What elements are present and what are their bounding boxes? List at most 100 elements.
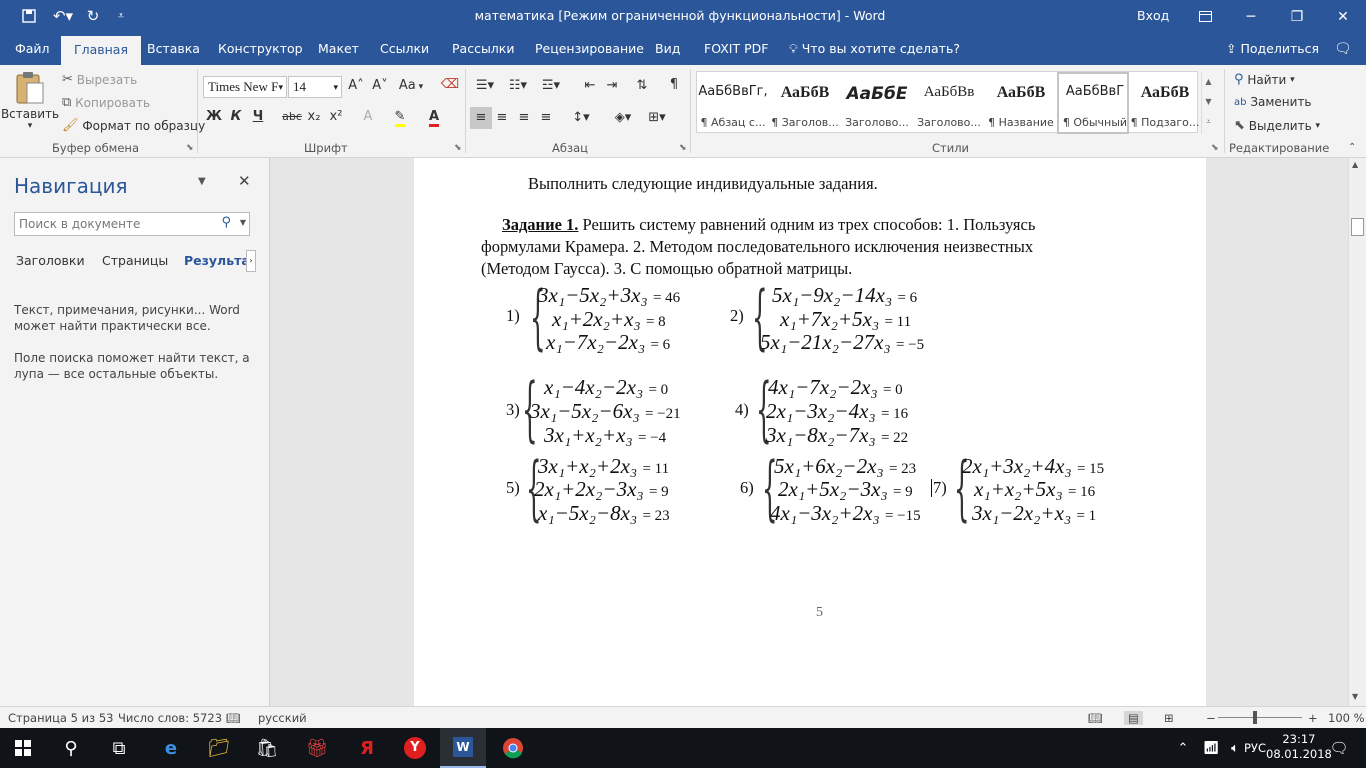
clear-format-icon[interactable]: ⌫ <box>440 77 460 92</box>
undo-icon[interactable]: ↶▾ <box>48 5 78 27</box>
underline-button[interactable]: Ч <box>248 109 268 124</box>
tell-me-box[interactable]: 💡︎ Что вы хотите сделать? <box>789 41 960 57</box>
zoom-slider-thumb[interactable] <box>1253 711 1257 724</box>
word-count[interactable]: Число слов: 5723 <box>118 711 222 725</box>
bold-button[interactable]: Ж <box>204 109 224 124</box>
strikethrough-button[interactable]: abc <box>282 110 302 123</box>
yandex-icon[interactable]: Я <box>344 728 390 768</box>
sort-icon[interactable]: ⇅ <box>632 78 652 93</box>
tab-review[interactable]: Рецензирование <box>535 41 644 56</box>
zoom-level[interactable]: 100 % <box>1328 711 1365 725</box>
tab-home[interactable]: Главная <box>61 36 141 65</box>
dialog-launcher-icon[interactable]: ⬊ <box>454 143 462 153</box>
close-icon[interactable]: ✕ <box>238 172 251 190</box>
nav-tab-pages[interactable]: Страницы <box>102 253 168 268</box>
collapse-ribbon-icon[interactable]: ⌃ <box>1348 142 1356 153</box>
chevron-down-icon[interactable]: ▼ <box>198 176 206 187</box>
save-icon[interactable] <box>18 5 40 27</box>
redo-icon[interactable]: ↻ <box>83 5 103 27</box>
align-right-icon[interactable]: ≡ <box>514 110 534 125</box>
style-item-selected[interactable]: АаБбВвГ ¶ Обычный <box>1057 72 1129 134</box>
font-name-box[interactable]: Times New F ▾ <box>203 76 287 98</box>
minimize-button[interactable]: ─ <box>1228 0 1274 33</box>
zoom-slider[interactable] <box>1218 717 1302 718</box>
increase-indent-icon[interactable]: ⇥ <box>602 78 622 93</box>
zoom-in-icon[interactable]: + <box>1308 711 1318 725</box>
tab-references[interactable]: Ссылки <box>380 41 429 56</box>
style-item[interactable]: АаБбВв Заголово... <box>913 72 985 134</box>
find-button[interactable]: ⚲ Найти ▾ <box>1234 72 1295 87</box>
italic-button[interactable]: К <box>226 109 246 124</box>
scroll-up-icon[interactable]: ▲ <box>1352 160 1358 169</box>
document-page[interactable]: Выполнить следующие индивидуальные задан… <box>414 158 1206 706</box>
bullets-icon[interactable]: ☰▾ <box>472 78 498 93</box>
search-input[interactable]: Поиск в документе ⚲ ▼ <box>14 212 250 236</box>
style-item[interactable]: АаБбВ ¶ Заголов... <box>769 72 841 134</box>
zoom-out-icon[interactable]: − <box>1206 711 1216 725</box>
multilevel-list-icon[interactable]: ☲▾ <box>538 78 564 93</box>
cut-button[interactable]: ✂ Вырезать <box>62 72 137 87</box>
read-mode-icon[interactable]: 📖︎ <box>1088 711 1103 725</box>
tab-mailings[interactable]: Рассылки <box>452 41 514 56</box>
store-icon[interactable]: 🛍︎ <box>244 728 290 768</box>
tab-view[interactable]: Вид <box>655 41 680 56</box>
style-item[interactable]: АаБбВ ¶ Название <box>985 72 1057 134</box>
superscript-button[interactable]: x² <box>326 109 346 124</box>
restore-button[interactable]: ❐ <box>1274 0 1320 33</box>
numbering-icon[interactable]: ☷▾ <box>505 78 531 93</box>
nav-tab-results[interactable]: Результать <box>184 253 246 268</box>
line-spacing-icon[interactable]: ↕▾ <box>568 110 594 125</box>
file-explorer-icon[interactable]: 📁︎ <box>196 728 242 768</box>
nav-tab-headings[interactable]: Заголовки <box>16 253 85 268</box>
scroll-thumb[interactable] <box>1351 218 1364 236</box>
close-button[interactable]: ✕ <box>1320 0 1366 33</box>
vertical-scrollbar[interactable]: ▲ ▼ <box>1348 158 1366 706</box>
show-marks-icon[interactable]: ¶ <box>664 77 684 92</box>
ribbon-display-icon[interactable] <box>1182 0 1228 33</box>
replace-button[interactable]: ab Заменить <box>1234 95 1312 109</box>
dialog-launcher-icon[interactable]: ⬊ <box>679 143 687 153</box>
word-taskbar-icon[interactable]: W <box>440 728 486 768</box>
style-item[interactable]: АаБбВвГг, ¶ Абзац с... <box>697 72 769 134</box>
grow-font-button[interactable]: A˄ <box>346 78 366 93</box>
print-layout-icon[interactable]: ▤ <box>1124 711 1143 725</box>
chevron-right-icon[interactable]: › <box>246 250 256 272</box>
web-layout-icon[interactable]: ⊞ <box>1164 711 1174 725</box>
gallery-scroll[interactable]: ▲ ▼ ⩡ <box>1201 72 1215 134</box>
shrink-font-button[interactable]: A˅ <box>370 78 390 93</box>
shading-icon[interactable]: ◈▾ <box>610 110 636 125</box>
signin-link[interactable]: Вход <box>1137 8 1169 23</box>
tab-file[interactable]: Файл <box>15 41 50 56</box>
chevron-down-icon[interactable]: ▼ <box>240 218 246 227</box>
tab-foxit[interactable]: FOXIT PDF <box>704 41 768 56</box>
font-color-icon[interactable]: A <box>424 109 444 127</box>
borders-icon[interactable]: ⊞▾ <box>644 110 670 125</box>
paste-button[interactable]: Вставить ▾ <box>1 71 59 131</box>
chrome-icon[interactable] <box>490 728 536 768</box>
change-case-button[interactable]: Aa ▾ <box>398 78 424 93</box>
search-icon[interactable]: ⚲ <box>221 215 231 230</box>
task-view-icon[interactable]: ⧉ <box>96 728 142 768</box>
page-indicator[interactable]: Страница 5 из 53 <box>8 711 113 725</box>
highlight-icon[interactable]: ✎ <box>390 109 410 127</box>
notifications-icon[interactable]: 🗨︎ <box>1316 728 1362 768</box>
format-painter-button[interactable]: 🖌︎ Формат по образцу <box>62 118 205 133</box>
edge-icon[interactable]: e <box>148 728 194 768</box>
dialog-launcher-icon[interactable]: ⬊ <box>186 143 194 153</box>
text-effects-icon[interactable]: A <box>358 109 378 124</box>
share-button[interactable]: ⇪ Поделиться <box>1226 41 1319 56</box>
comments-icon[interactable]: 🗨︎ <box>1334 41 1352 57</box>
scroll-down-icon[interactable]: ▼ <box>1352 692 1358 701</box>
select-button[interactable]: ⬉ Выделить ▾ <box>1234 118 1320 133</box>
align-center-icon[interactable]: ≡ <box>492 110 512 125</box>
style-item[interactable]: АаБбВ ¶ Подзаго... <box>1129 72 1201 134</box>
language-indicator[interactable]: русский <box>258 711 307 725</box>
subscript-button[interactable]: x₂ <box>304 109 324 124</box>
font-size-box[interactable]: 14 ▾ <box>288 76 342 98</box>
search-icon[interactable]: ⚲ <box>48 728 94 768</box>
tab-design[interactable]: Конструктор <box>218 41 303 56</box>
tab-layout[interactable]: Макет <box>318 41 359 56</box>
copy-button[interactable]: ⧉ Копировать <box>62 95 150 110</box>
dialog-launcher-icon[interactable]: ⬊ <box>1211 143 1219 153</box>
style-item[interactable]: АаБбЕ Заголово... <box>841 72 913 134</box>
